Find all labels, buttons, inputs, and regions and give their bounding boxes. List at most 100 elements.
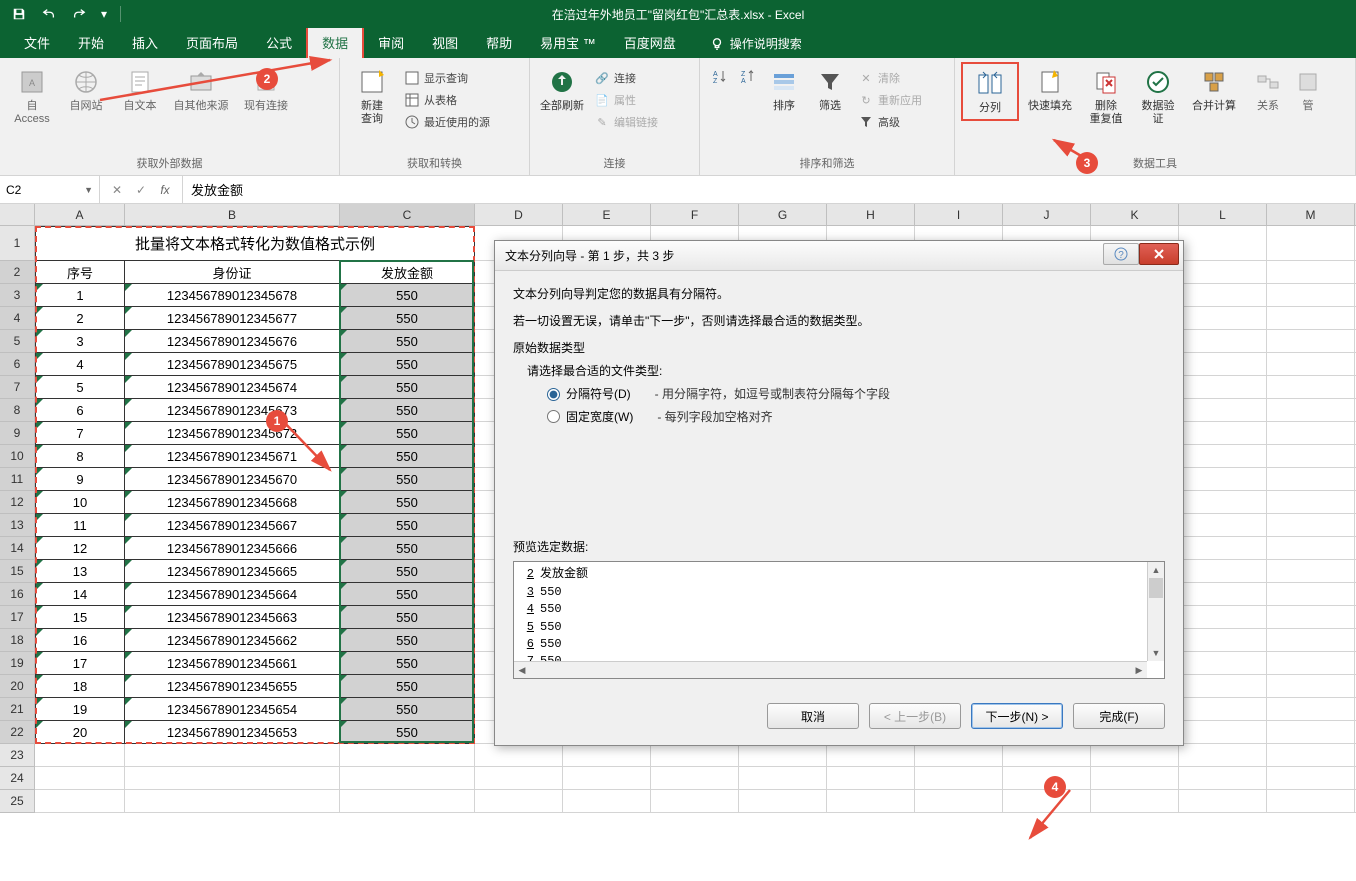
- remove-duplicates-button[interactable]: 删除 重复值: [1081, 62, 1131, 130]
- cell-B24[interactable]: [125, 767, 340, 790]
- cell-L18[interactable]: [1179, 629, 1267, 652]
- cell-B6[interactable]: 123456789012345675: [125, 353, 340, 376]
- cell-E25[interactable]: [563, 790, 651, 813]
- cell-L9[interactable]: [1179, 422, 1267, 445]
- cell-C23[interactable]: [340, 744, 475, 767]
- sort-button[interactable]: 排序: [762, 62, 806, 117]
- dialog-title-bar[interactable]: 文本分列向导 - 第 1 步，共 3 步 ?: [495, 241, 1183, 271]
- row-header-18[interactable]: 18: [0, 629, 35, 652]
- delimiter-radio-input[interactable]: [547, 388, 560, 401]
- tab-insert[interactable]: 插入: [118, 27, 172, 58]
- cell-B25[interactable]: [125, 790, 340, 813]
- cell-B3[interactable]: 123456789012345678: [125, 284, 340, 307]
- dialog-help-button[interactable]: ?: [1103, 243, 1139, 265]
- redo-button[interactable]: [66, 2, 92, 26]
- cell-L4[interactable]: [1179, 307, 1267, 330]
- cell-M7[interactable]: [1267, 376, 1355, 399]
- tab-help[interactable]: 帮助: [472, 27, 526, 58]
- cell-A9[interactable]: 7: [35, 422, 125, 445]
- cell-L6[interactable]: [1179, 353, 1267, 376]
- manage-button[interactable]: 管: [1293, 62, 1323, 117]
- cell-L14[interactable]: [1179, 537, 1267, 560]
- cancel-edit-button[interactable]: ✕: [106, 180, 128, 200]
- from-web-button[interactable]: 自网站: [60, 62, 112, 117]
- col-header-L[interactable]: L: [1179, 204, 1267, 226]
- row-header-4[interactable]: 4: [0, 307, 35, 330]
- cell-C18[interactable]: 550: [340, 629, 475, 652]
- cell-L23[interactable]: [1179, 744, 1267, 767]
- cell-L12[interactable]: [1179, 491, 1267, 514]
- cell-C2[interactable]: 发放金额: [340, 261, 475, 284]
- cell-C13[interactable]: 550: [340, 514, 475, 537]
- relationships-button[interactable]: 关系: [1245, 62, 1291, 117]
- cell-C7[interactable]: 550: [340, 376, 475, 399]
- select-all-corner[interactable]: [0, 204, 35, 226]
- cell-M10[interactable]: [1267, 445, 1355, 468]
- cell-L8[interactable]: [1179, 399, 1267, 422]
- cell-C5[interactable]: 550: [340, 330, 475, 353]
- fixed-width-radio-input[interactable]: [547, 410, 560, 423]
- name-box[interactable]: C2▼: [0, 176, 100, 203]
- tab-layout[interactable]: 页面布局: [172, 27, 252, 58]
- cell-D25[interactable]: [475, 790, 563, 813]
- cell-B14[interactable]: 123456789012345666: [125, 537, 340, 560]
- cell-A8[interactable]: 6: [35, 399, 125, 422]
- cell-M22[interactable]: [1267, 721, 1355, 744]
- cell-M20[interactable]: [1267, 675, 1355, 698]
- row-header-5[interactable]: 5: [0, 330, 35, 353]
- cell-F25[interactable]: [651, 790, 739, 813]
- cell-I24[interactable]: [915, 767, 1003, 790]
- confirm-edit-button[interactable]: ✓: [130, 180, 152, 200]
- cell-B7[interactable]: 123456789012345674: [125, 376, 340, 399]
- cell-M9[interactable]: [1267, 422, 1355, 445]
- cell-M19[interactable]: [1267, 652, 1355, 675]
- cell-B4[interactable]: 123456789012345677: [125, 307, 340, 330]
- cell-L7[interactable]: [1179, 376, 1267, 399]
- cell-C9[interactable]: 550: [340, 422, 475, 445]
- cell-H24[interactable]: [827, 767, 915, 790]
- cell-A10[interactable]: 8: [35, 445, 125, 468]
- show-queries-button[interactable]: 显示查询: [400, 68, 494, 88]
- row-header-10[interactable]: 10: [0, 445, 35, 468]
- cell-B23[interactable]: [125, 744, 340, 767]
- tab-review[interactable]: 审阅: [364, 27, 418, 58]
- cell-C22[interactable]: 550: [340, 721, 475, 744]
- cell-L19[interactable]: [1179, 652, 1267, 675]
- row-header-8[interactable]: 8: [0, 399, 35, 422]
- advanced-filter-button[interactable]: 高级: [854, 112, 926, 132]
- cell-J23[interactable]: [1003, 744, 1091, 767]
- cell-M17[interactable]: [1267, 606, 1355, 629]
- tell-me-search[interactable]: 操作说明搜索: [710, 35, 802, 58]
- tab-data[interactable]: 数据: [306, 25, 364, 58]
- cell-C21[interactable]: 550: [340, 698, 475, 721]
- cell-C15[interactable]: 550: [340, 560, 475, 583]
- tab-eyb[interactable]: 易用宝 ™: [526, 27, 610, 58]
- cell-I23[interactable]: [915, 744, 1003, 767]
- row-header-9[interactable]: 9: [0, 422, 35, 445]
- sort-asc-button[interactable]: AZ: [706, 66, 732, 88]
- cell-L21[interactable]: [1179, 698, 1267, 721]
- cell-B13[interactable]: 123456789012345667: [125, 514, 340, 537]
- new-query-button[interactable]: 新建 查询: [346, 62, 398, 130]
- cell-A21[interactable]: 19: [35, 698, 125, 721]
- cell-K23[interactable]: [1091, 744, 1179, 767]
- cell-A3[interactable]: 1: [35, 284, 125, 307]
- cell-A17[interactable]: 15: [35, 606, 125, 629]
- cell-A20[interactable]: 18: [35, 675, 125, 698]
- cell-M23[interactable]: [1267, 744, 1355, 767]
- cell-L25[interactable]: [1179, 790, 1267, 813]
- delimiter-radio[interactable]: 分隔符号(D) - 用分隔字符，如逗号或制表符分隔每个字段: [547, 383, 1165, 406]
- col-header-J[interactable]: J: [1003, 204, 1091, 226]
- row-header-15[interactable]: 15: [0, 560, 35, 583]
- cell-A25[interactable]: [35, 790, 125, 813]
- preview-hscroll[interactable]: ◀▶: [514, 661, 1147, 678]
- cell-L24[interactable]: [1179, 767, 1267, 790]
- cell-G24[interactable]: [739, 767, 827, 790]
- cell-A11[interactable]: 9: [35, 468, 125, 491]
- cell-M1[interactable]: [1267, 226, 1355, 261]
- cancel-button[interactable]: 取消: [767, 703, 859, 729]
- clear-filter-button[interactable]: ✕清除: [854, 68, 926, 88]
- cell-B18[interactable]: 123456789012345662: [125, 629, 340, 652]
- row-header-16[interactable]: 16: [0, 583, 35, 606]
- dialog-close-button[interactable]: [1139, 243, 1179, 265]
